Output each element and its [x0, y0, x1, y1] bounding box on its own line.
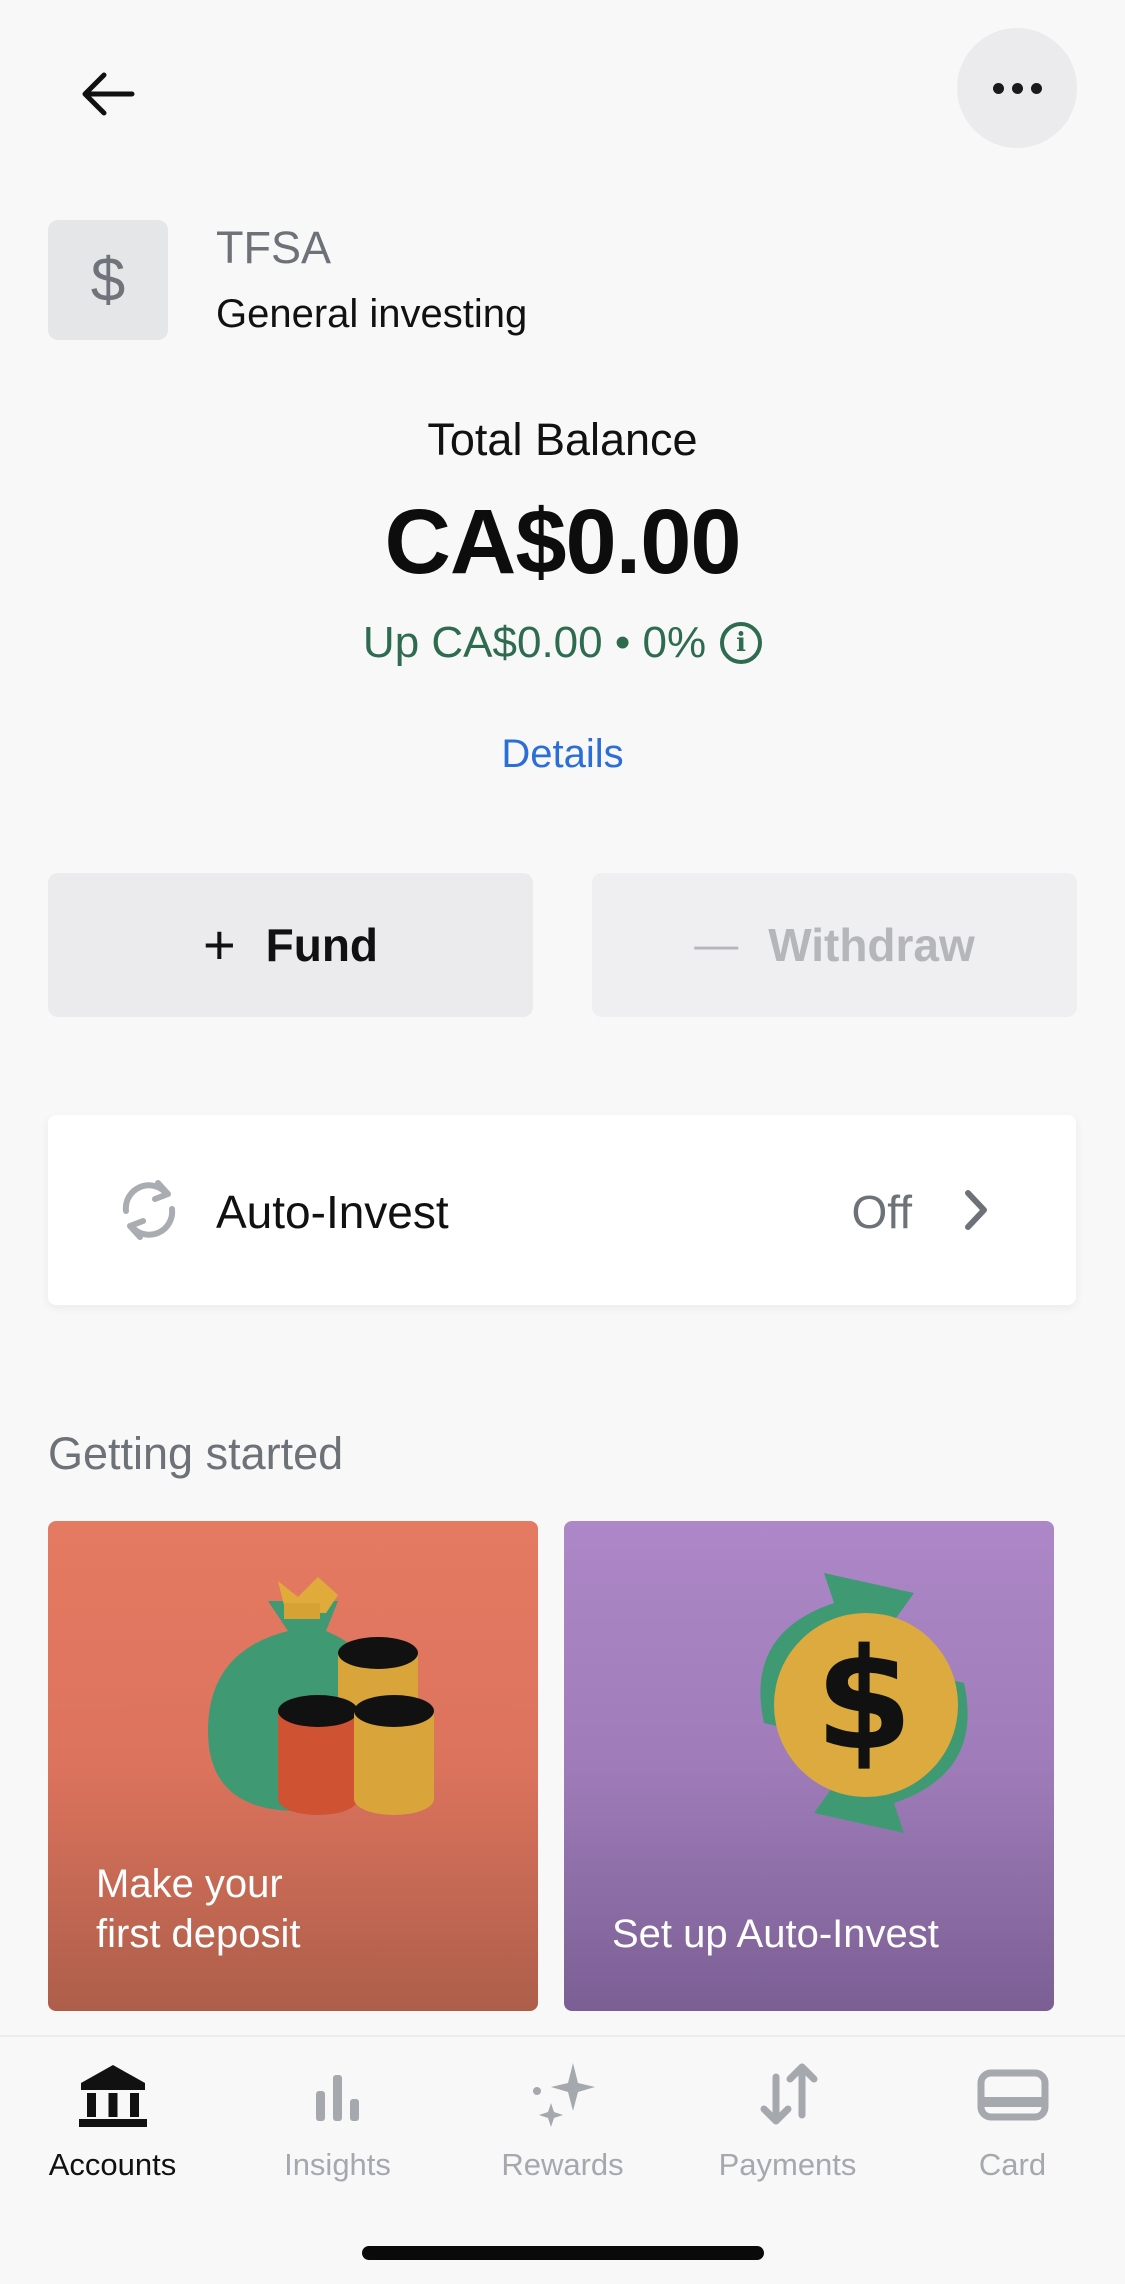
tab-payments[interactable]: Payments	[675, 2055, 900, 2183]
setup-auto-invest-card[interactable]: $ Set up Auto-Invest	[564, 1521, 1054, 2011]
account-name: General investing	[216, 292, 528, 336]
plus-icon: +	[202, 913, 236, 976]
details-link[interactable]: Details	[0, 732, 1125, 777]
account-type: TFSA	[216, 222, 332, 273]
account-dollar-icon: $	[48, 220, 168, 340]
money-bag-coins-icon	[208, 1577, 434, 1815]
sync-icon	[122, 1180, 176, 1240]
tab-rewards[interactable]: Rewards	[450, 2055, 675, 2183]
auto-invest-status: Off	[851, 1186, 912, 1238]
bar-chart-icon	[315, 2075, 359, 2121]
chevron-right-icon	[965, 1190, 987, 1230]
balance-change-text: Up CA$0.00 • 0%	[362, 618, 707, 667]
more-options-button[interactable]	[957, 28, 1077, 148]
tab-rewards-label: Rewards	[501, 2147, 624, 2182]
total-balance-label: Total Balance	[427, 414, 698, 465]
auto-invest-row[interactable]: Auto-Invest Off	[48, 1115, 1076, 1305]
auto-invest-label: Auto-Invest	[216, 1186, 449, 1238]
first-deposit-line1: Make your	[96, 1862, 283, 1906]
tab-card-label: Card	[978, 2147, 1047, 2182]
minus-icon: —	[694, 920, 739, 969]
dollar-cycle-icon: $	[760, 1573, 968, 1833]
tab-accounts-label: Accounts	[48, 2147, 177, 2182]
arrow-left-icon	[82, 72, 135, 116]
fund-label: Fund	[265, 919, 379, 971]
first-deposit-text: Make your first deposit	[96, 1859, 301, 1959]
card-icon	[977, 2069, 1048, 2121]
info-icon[interactable]: i	[720, 622, 763, 664]
total-balance-amount: CA$0.00	[384, 491, 741, 593]
first-deposit-card[interactable]: Make your first deposit	[48, 1521, 538, 2011]
ellipsis-icon	[989, 82, 1046, 94]
first-deposit-line2: first deposit	[96, 1912, 301, 1956]
transfer-arrows-icon	[760, 2063, 817, 2125]
fund-button[interactable]: + Fund	[48, 873, 533, 1017]
tab-payments-label: Payments	[718, 2147, 857, 2182]
withdraw-label: Withdraw	[768, 919, 975, 971]
account-page: $ TFSA General investing Total Balance C…	[0, 0, 1125, 2284]
tab-accounts[interactable]: Accounts	[0, 2055, 225, 2183]
balance-change: Up CA$0.00 • 0% i	[0, 618, 1125, 668]
sparkles-icon	[532, 2063, 595, 2127]
auto-invest-card-text: Set up Auto-Invest	[612, 1912, 939, 1956]
tab-insights[interactable]: Insights	[225, 2055, 450, 2183]
withdraw-button[interactable]: — Withdraw	[592, 873, 1077, 1017]
tab-card[interactable]: Card	[900, 2055, 1125, 2183]
bank-icon	[78, 2065, 147, 2127]
getting-started-title: Getting started	[48, 1428, 344, 1479]
home-indicator[interactable]	[362, 2246, 764, 2260]
dollar-glyph: $	[815, 1619, 912, 1782]
back-button[interactable]	[66, 52, 150, 136]
tab-insights-label: Insights	[284, 2147, 391, 2182]
